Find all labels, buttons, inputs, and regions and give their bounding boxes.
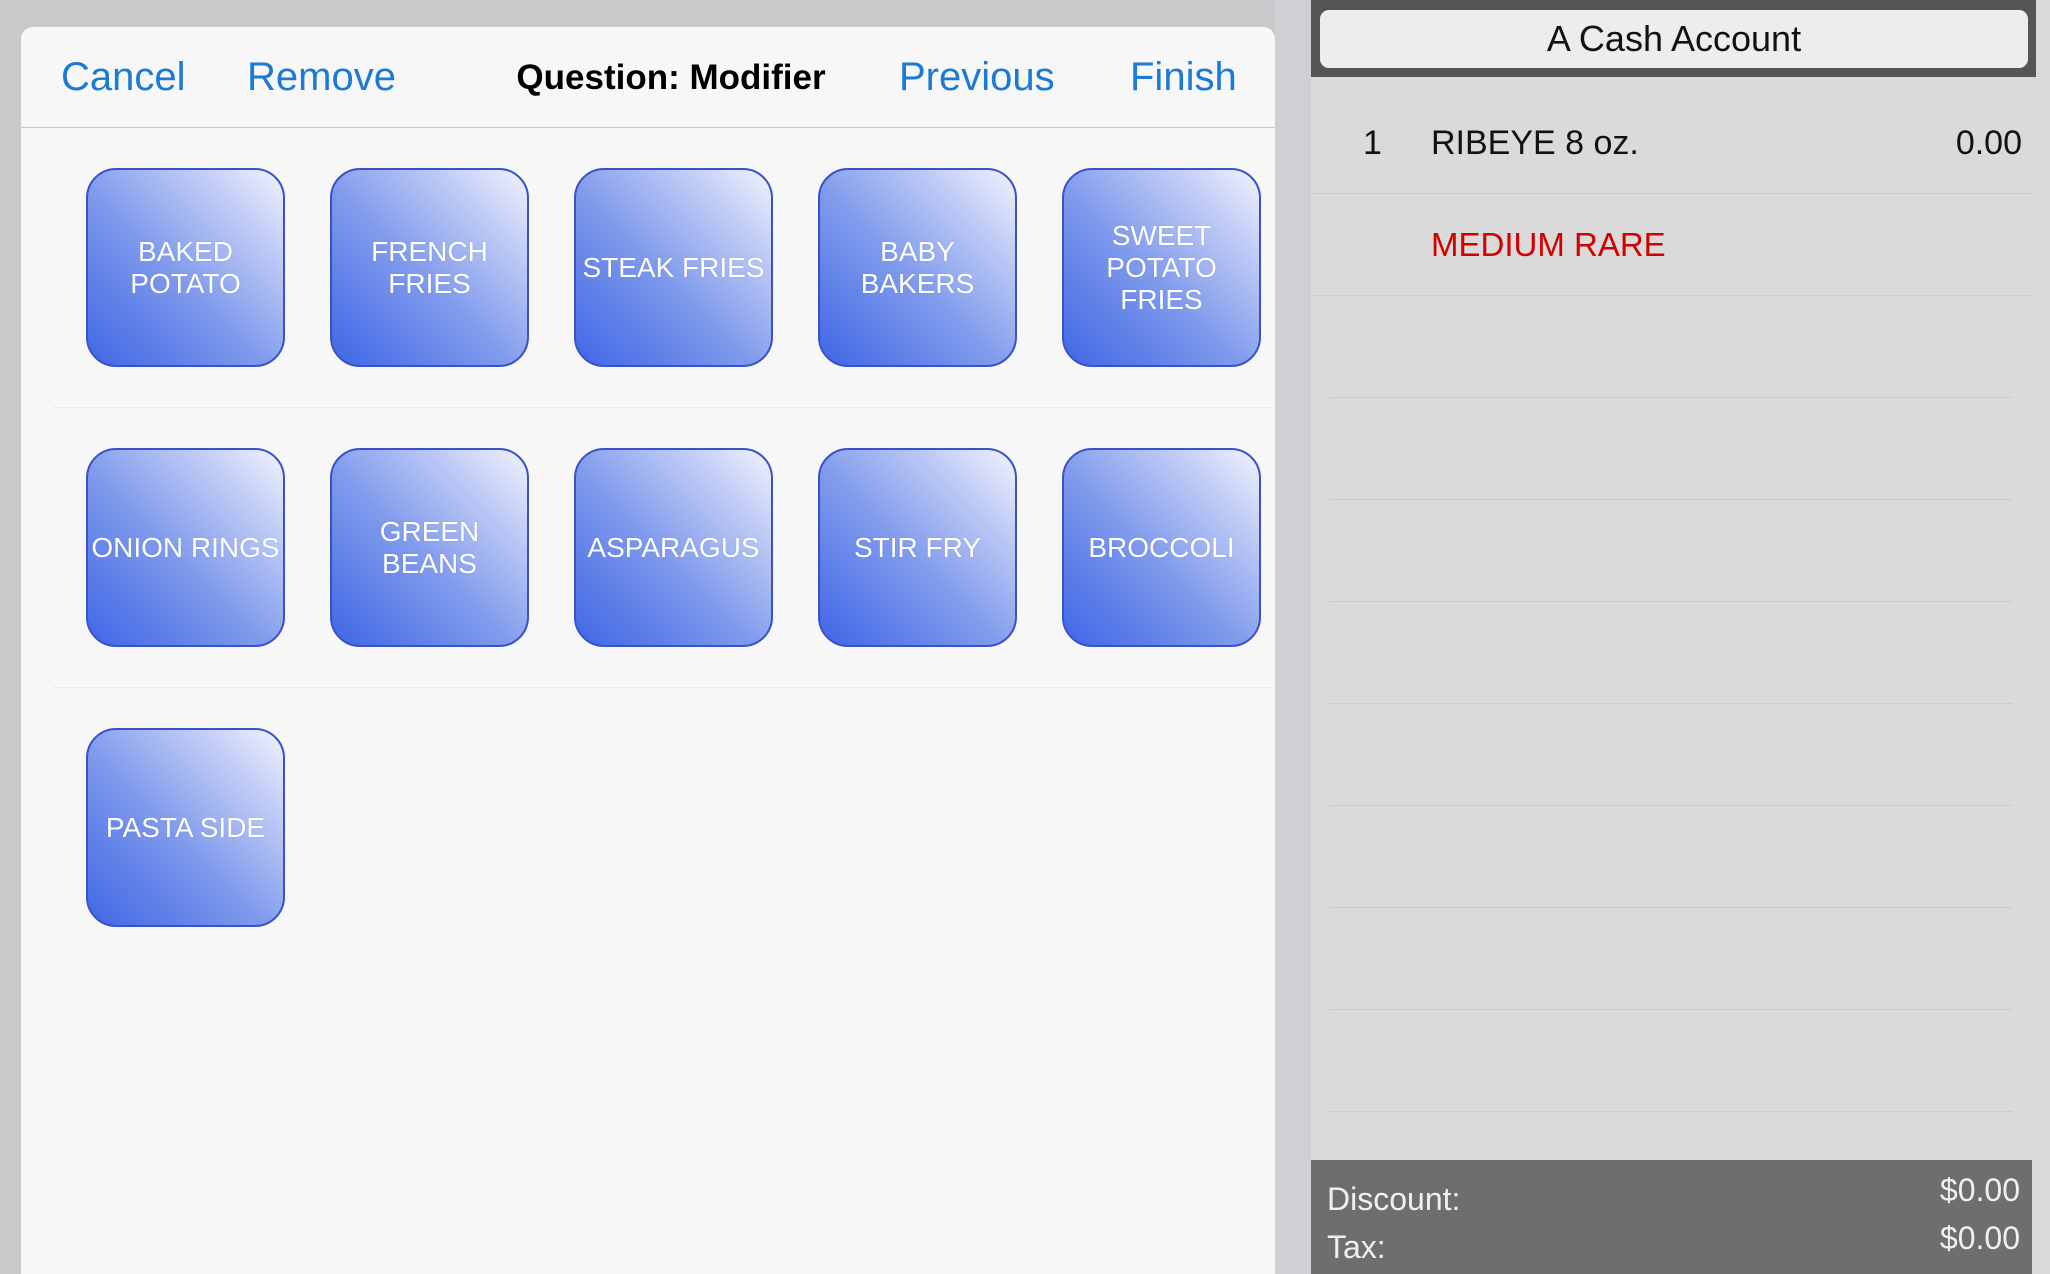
item-name: RIBEYE 8 oz. (1431, 123, 1639, 162)
order-modifier-row[interactable]: MEDIUM RARE (1311, 194, 2032, 296)
order-item-list[interactable]: 1 RIBEYE 8 oz. 0.00 MEDIUM RARE (1311, 92, 2032, 1145)
modifier-button-green-beans[interactable]: GREEN BEANS (330, 448, 529, 647)
modifier-button-steak-fries[interactable]: STEAK FRIES (574, 168, 773, 367)
modifier-button-asparagus[interactable]: ASPARAGUS (574, 448, 773, 647)
item-price: 0.00 (1955, 123, 2022, 162)
item-quantity: 1 (1363, 123, 1382, 162)
empty-row (1330, 806, 2012, 908)
order-item-row[interactable]: 1 RIBEYE 8 oz. 0.00 (1311, 92, 2032, 194)
discount-value: $0.00 (1939, 1172, 2020, 1208)
modifier-button-french-fries[interactable]: FRENCH FRIES (330, 168, 529, 367)
modifier-button-onion-rings[interactable]: ONION RINGS (86, 448, 285, 647)
tax-row: Tax: $0.00 (1327, 1220, 2020, 1266)
previous-button[interactable]: Previous (899, 27, 1055, 128)
empty-row (1330, 602, 2012, 704)
modifier-button-pasta-side[interactable]: PASTA SIDE (86, 728, 285, 927)
empty-row (1330, 704, 2012, 806)
tax-label: Tax: (1327, 1229, 1386, 1265)
totals-panel: Discount: $0.00 Tax: $0.00 (1311, 1160, 2032, 1274)
empty-row (1330, 398, 2012, 500)
modifier-button-baby-bakers[interactable]: BABY BAKERS (818, 168, 1017, 367)
remove-button[interactable]: Remove (247, 27, 396, 128)
empty-row (1330, 500, 2012, 602)
modifier-row: BAKED POTATO FRENCH FRIES STEAK FRIES BA… (53, 128, 1275, 408)
modifier-row: PASTA SIDE (53, 688, 1275, 968)
panel-divider (1275, 0, 1311, 1274)
item-modifier: MEDIUM RARE (1431, 226, 1666, 263)
modal-title: Question: Modifier (516, 57, 826, 97)
finish-button[interactable]: Finish (1130, 27, 1237, 128)
discount-label: Discount: (1327, 1181, 1461, 1217)
empty-row (1330, 296, 2012, 398)
cancel-button[interactable]: Cancel (61, 27, 186, 128)
account-bar: A Cash Account (1311, 0, 2036, 77)
discount-row: Discount: $0.00 (1327, 1172, 2020, 1218)
modal-header: Cancel Remove Question: Modifier Previou… (21, 27, 1275, 128)
modifier-modal: Cancel Remove Question: Modifier Previou… (21, 27, 1275, 1274)
modifier-button-baked-potato[interactable]: BAKED POTATO (86, 168, 285, 367)
account-button[interactable]: A Cash Account (1320, 10, 2028, 68)
modifier-button-stir-fry[interactable]: STIR FRY (818, 448, 1017, 647)
pos-screen: Cancel Remove Question: Modifier Previou… (0, 0, 2050, 1274)
modifier-button-broccoli[interactable]: BROCCOLI (1062, 448, 1261, 647)
modifier-row: ONION RINGS GREEN BEANS ASPARAGUS STIR F… (53, 408, 1275, 688)
modifier-button-sweet-potato-fries[interactable]: SWEET POTATO FRIES (1062, 168, 1261, 367)
empty-row (1330, 1010, 2012, 1112)
empty-row (1330, 908, 2012, 1010)
order-panel: A Cash Account 1 RIBEYE 8 oz. 0.00 MEDIU… (1311, 0, 2050, 1274)
tax-value: $0.00 (1939, 1220, 2020, 1256)
